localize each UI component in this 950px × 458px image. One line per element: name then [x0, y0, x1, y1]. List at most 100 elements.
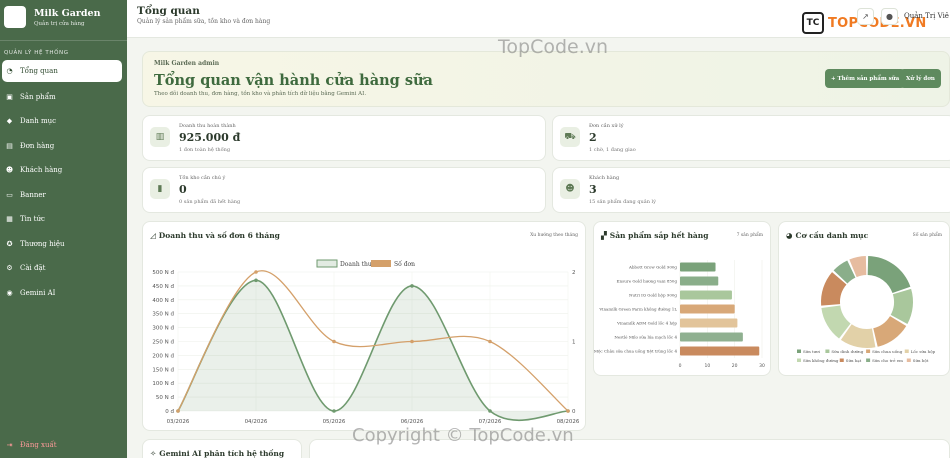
- revenue-point: [410, 284, 414, 288]
- brand-subtitle: Quản trị cửa hàng: [34, 20, 85, 27]
- legend-label: Sữa tươi: [803, 349, 821, 354]
- sidebar-item-7[interactable]: ✪ Thương hiệu: [0, 232, 127, 257]
- orders-point: [176, 409, 180, 413]
- stock-bar: [680, 276, 719, 286]
- sidebar: Milk Garden Quản trị cửa hàng QUẢN LÝ HỆ…: [0, 0, 127, 458]
- customers-icon: ☻: [560, 179, 580, 199]
- orders-point: [488, 339, 492, 344]
- orders-point: [332, 339, 336, 344]
- gear-icon: ⚙: [6, 264, 13, 273]
- stock-bar-label: Abbott Grow Gold 900g: [628, 265, 677, 270]
- stat-inventory: ▮ Tồn kho cần chú ý 0 0 sản phẩm đã hết …: [142, 167, 546, 213]
- brand[interactable]: Milk Garden Quản trị cửa hàng: [4, 6, 101, 28]
- hero-title: Tổng quan vận hành cửa hàng sữa: [154, 72, 433, 89]
- legend-label-orders: Số đơn: [394, 261, 415, 268]
- user-icon: ●: [886, 12, 893, 21]
- stat-note: 1 chờ, 1 đang giao: [589, 147, 636, 153]
- sidebar-item-label: Thương hiệu: [20, 239, 65, 248]
- legend-label: Sữa bột: [913, 358, 929, 363]
- sidebar-item-5[interactable]: ▭ Banner: [0, 183, 127, 208]
- stock-bar-label: Vinamilk Green Farm không đường 1L: [598, 307, 677, 312]
- news-icon: ▦: [6, 215, 13, 224]
- legend-swatch-revenue: [316, 259, 338, 268]
- y-tick-label-left: 100 N đ: [152, 381, 174, 387]
- revenue-chart-meta: Xu hướng theo tháng: [530, 233, 578, 238]
- external-link-button[interactable]: ↗: [857, 8, 874, 25]
- user-name[interactable]: Quản Trị Viê: [904, 12, 949, 20]
- stat-value: 2: [589, 131, 597, 144]
- x-tick-label: 08/2026: [557, 419, 580, 425]
- orders-point: [254, 270, 258, 274]
- sidebar-item-label: Tin tức: [20, 215, 45, 224]
- legend-swatch: [906, 358, 911, 362]
- x-tick-label: 20: [732, 363, 738, 369]
- x-tick-label: 07/2026: [479, 419, 502, 425]
- stat-note: 1 đơn toàn hệ thống: [179, 147, 231, 153]
- y-tick-label-right: 1: [572, 340, 576, 346]
- category-slice: [873, 316, 907, 347]
- legend-label: Sữa không đường: [803, 358, 839, 363]
- y-tick-label-right: 0: [572, 409, 576, 415]
- y-tick-label-left: 500 N đ: [152, 270, 174, 276]
- sidebar-item-1[interactable]: ▣ Sản phẩm: [0, 85, 127, 110]
- revenue-point: [488, 409, 492, 413]
- stat-note: 0 sản phẩm đã hết hàng: [179, 199, 241, 205]
- sidebar-item-9[interactable]: ◉ Gemini AI: [0, 281, 127, 306]
- legend-label-revenue: Doanh thu: [340, 261, 372, 268]
- image-icon: ▭: [6, 190, 13, 199]
- gemini-panel: ✧ Gemini AI phân tích hệ thống: [142, 439, 302, 458]
- award-icon: ✪: [6, 239, 13, 248]
- category-chart: Sữa tươi Sữa dinh dưỡng Sữa chua uống Lốc s…: [797, 256, 936, 363]
- revenue-chart-title: ◿ Doanh thu và số đơn 6 tháng: [150, 231, 280, 240]
- orders-point: [566, 409, 570, 413]
- logout-button[interactable]: ⇥ Đăng xuất: [5, 440, 57, 449]
- stock-bar-label: Vinamilk ADM Gold lốc 4 hộp: [616, 321, 677, 326]
- gemini-title: ✧ Gemini AI phân tích hệ thống: [150, 449, 284, 458]
- legend-label: Sữa dinh dưỡng: [831, 349, 863, 354]
- add-product-button[interactable]: + Thêm sản phẩm sữa: [825, 69, 906, 88]
- sidebar-item-4[interactable]: ☻ Khách hàng: [0, 158, 127, 183]
- stock-bar: [680, 332, 743, 342]
- stat-value: 925.000 đ: [179, 131, 241, 144]
- sidebar-item-label: Sản phẩm: [20, 92, 56, 101]
- user-avatar-button[interactable]: ●: [881, 8, 898, 25]
- sidebar-item-8[interactable]: ⚙ Cài đặt: [0, 256, 127, 281]
- legend-swatch: [839, 358, 844, 362]
- category-title-text: Cơ cấu danh mục: [795, 231, 869, 240]
- line-chart-icon: ◿: [150, 231, 156, 240]
- sidebar-item-0[interactable]: ◔ Tổng quan: [2, 60, 122, 82]
- category-title: ◕ Cơ cấu danh mục: [786, 231, 868, 240]
- legend-label: Sữa cho trẻ em: [872, 358, 903, 363]
- sidebar-item-label: Banner: [20, 190, 46, 199]
- category-meta: Số sản phẩm: [912, 233, 942, 238]
- pie-icon: ◕: [786, 231, 793, 240]
- sidebar-item-3[interactable]: ▤ Đơn hàng: [0, 134, 127, 159]
- topbar: Tổng quan Quản lý sản phẩm sữa, tồn kho …: [127, 0, 950, 38]
- bottle-icon: ▮: [150, 179, 170, 199]
- stock-bar-label: Mộc Châu sữa chua uống tiệt trùng lốc 4: [594, 349, 677, 354]
- y-tick-label-left: 250 N đ: [152, 340, 174, 346]
- cart-icon: ▤: [6, 141, 13, 150]
- sidebar-item-label: Gemini AI: [20, 288, 56, 297]
- low-stock-chart: 0 10 20 30 Abbott Grow Gold 900g Ensure Gold …: [594, 260, 765, 369]
- process-orders-button[interactable]: Xử lý đơn: [900, 69, 941, 88]
- sidebar-item-6[interactable]: ▦ Tin tức: [0, 207, 127, 232]
- sidebar-item-2[interactable]: ◆ Danh mục: [0, 109, 127, 134]
- truck-icon: ⛟: [560, 127, 580, 147]
- stat-value: 3: [589, 183, 597, 196]
- sidebar-nav: ◔ Tổng quan ▣ Sản phẩm ◆ Danh mục ▤ Đơn hàng ☻ Kh…: [0, 60, 127, 305]
- legend-swatch: [866, 349, 871, 353]
- y-tick-label-left: 200 N đ: [152, 353, 174, 359]
- external-link-icon: ↗: [862, 12, 869, 21]
- sidebar-item-label: Tổng quan: [20, 67, 58, 75]
- orders-point: [410, 339, 414, 344]
- low-stock-meta: 7 sản phẩm: [736, 233, 763, 238]
- x-tick-label: 10: [704, 363, 710, 369]
- x-tick-label: 0: [679, 363, 682, 369]
- gemini-output-panel: [309, 439, 950, 458]
- sidebar-item-label: Đơn hàng: [20, 141, 55, 150]
- category-panel: Sữa tươi Sữa dinh dưỡng Sữa chua uống Lốc s…: [778, 221, 950, 376]
- stat-label: Tồn kho cần chú ý: [179, 175, 226, 181]
- legend-label: Lốc sữa hộp: [911, 349, 936, 354]
- revenue-chart: 0 đ 50 N đ 100 N đ 150 N đ 200 N đ 250 N đ 300…: [152, 259, 580, 425]
